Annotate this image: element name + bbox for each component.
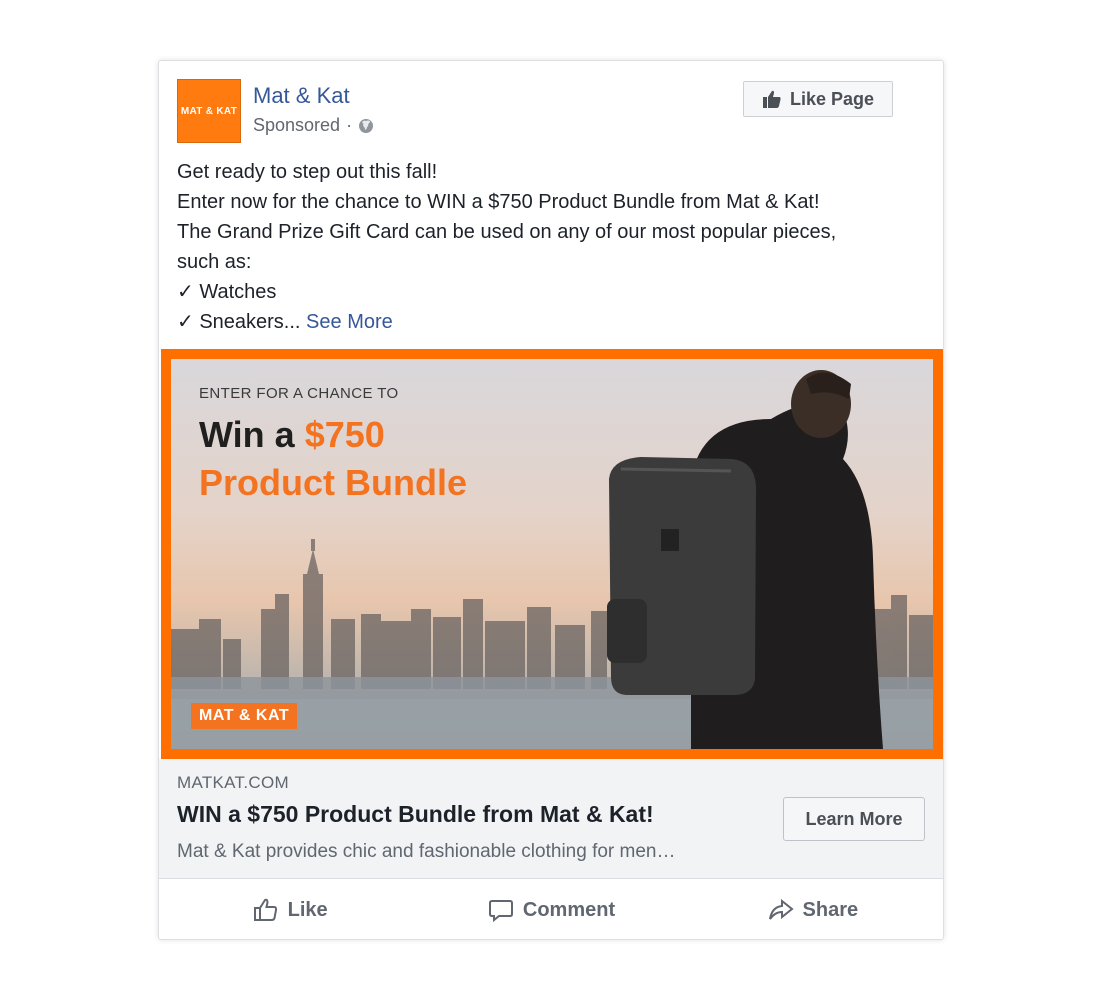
post-line: such as: xyxy=(177,251,252,273)
avatar-logo-text: MAT & KAT xyxy=(180,105,238,117)
post-line: Get ready to step out this fall! xyxy=(177,161,438,183)
ad-brand-logo: MAT & KAT xyxy=(191,703,298,729)
post-line: ✓ Sneakers... xyxy=(177,311,301,333)
ad-creative-inner: ENTER FOR A CHANCE TO Win a $750 Product… xyxy=(171,359,933,749)
comment-button[interactable]: Comment xyxy=(420,896,681,924)
separator-dot: · xyxy=(346,115,353,135)
ad-post-card: MAT & KAT Mat & Kat Sponsored · Like Pag… xyxy=(158,60,944,940)
ad-headline-prefix: Win a xyxy=(199,414,305,455)
page-avatar[interactable]: MAT & KAT xyxy=(177,79,241,143)
thumbs-up-icon xyxy=(762,90,781,108)
thumbs-up-icon xyxy=(253,898,277,921)
globe-icon[interactable] xyxy=(358,118,374,134)
share-button[interactable]: Share xyxy=(682,896,943,924)
post-line: Enter now for the chance to WIN a $750 P… xyxy=(177,191,820,213)
ad-kicker-text: ENTER FOR A CHANCE TO xyxy=(199,385,399,402)
link-domain: MATKAT.COM xyxy=(177,773,289,792)
see-more-link[interactable]: See More xyxy=(306,311,393,333)
share-label: Share xyxy=(802,898,859,921)
post-line: The Grand Prize Gift Card can be used on… xyxy=(177,221,837,243)
share-arrow-icon xyxy=(768,898,794,920)
ad-creative-image[interactable]: ENTER FOR A CHANCE TO Win a $750 Product… xyxy=(161,349,943,759)
sponsored-label: Sponsored · xyxy=(253,115,374,136)
post-actions-bar: Like Comment Share xyxy=(159,881,943,939)
link-preview[interactable]: MATKAT.COM WIN a $750 Product Bundle fro… xyxy=(159,759,943,879)
learn-more-button[interactable]: Learn More xyxy=(783,797,925,841)
like-page-label: Like Page xyxy=(789,88,875,109)
link-title[interactable]: WIN a $750 Product Bundle from Mat & Kat… xyxy=(177,801,654,828)
post-line: ✓ Watches xyxy=(177,281,277,303)
link-description: Mat & Kat provides chic and fashionable … xyxy=(177,841,676,862)
like-page-button[interactable]: Like Page xyxy=(743,81,893,117)
post-line-last: ✓ Sneakers... See More xyxy=(177,307,937,337)
post-body: Get ready to step out this fall! Enter n… xyxy=(177,157,937,337)
sponsored-text[interactable]: Sponsored xyxy=(253,115,340,136)
page-name-link[interactable]: Mat & Kat xyxy=(253,83,350,109)
ad-headline-line2: Product Bundle xyxy=(199,462,467,503)
ad-headline-amount: $750 xyxy=(304,414,385,455)
like-label: Like xyxy=(287,898,328,921)
like-button[interactable]: Like xyxy=(159,896,420,924)
comment-label: Comment xyxy=(522,898,616,921)
comment-bubble-icon xyxy=(488,900,513,923)
ad-headline: Win a $750 Product Bundle xyxy=(199,411,467,507)
